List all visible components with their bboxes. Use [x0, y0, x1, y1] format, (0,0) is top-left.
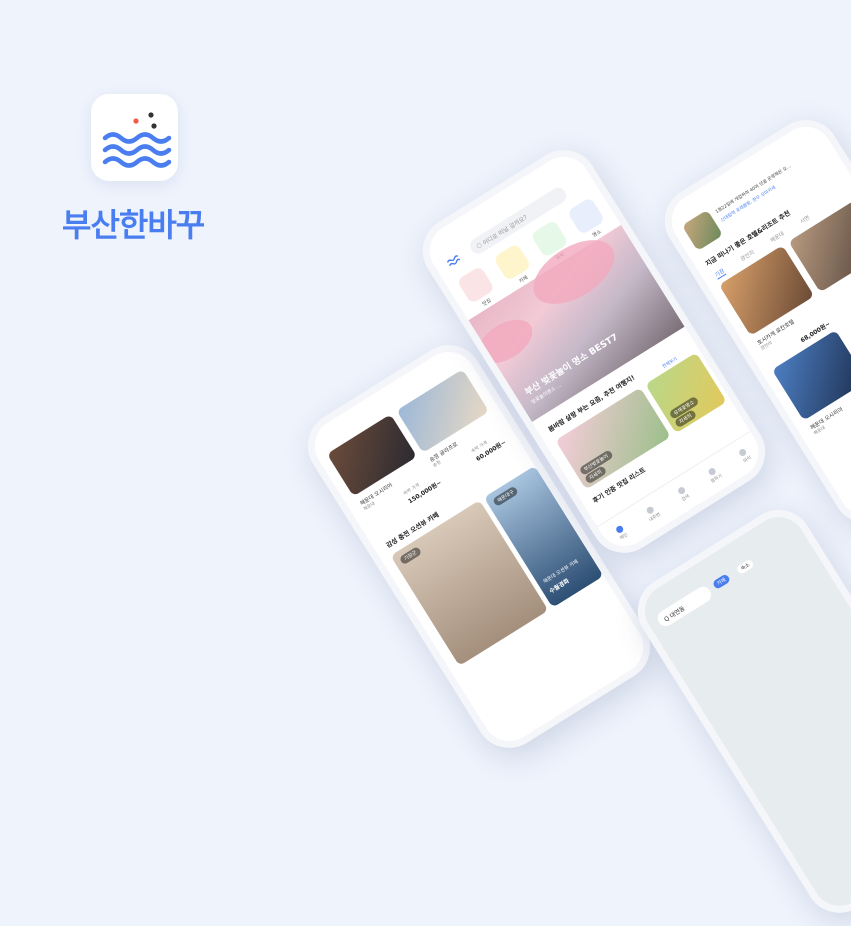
nav-my[interactable]: 마이 [737, 447, 752, 464]
app-icon [91, 94, 178, 181]
pin-icon [645, 504, 655, 515]
tab-gijang[interactable]: 기장 [713, 266, 727, 280]
phone-map: Q 대연동 카페 숙소 [625, 497, 851, 926]
hotel-thumb[interactable] [396, 369, 490, 453]
star-icon [706, 466, 717, 477]
area-tag: 기장군 [398, 546, 423, 566]
wave-logo-icon [102, 112, 172, 168]
hotel-thumb[interactable] [326, 414, 418, 497]
user-icon [737, 447, 748, 457]
tab-gwangalli[interactable]: 광안리 [739, 248, 757, 264]
nav-search[interactable]: 검색 [676, 485, 691, 502]
home-icon [614, 524, 624, 534]
area-tag: 해운대구 [492, 485, 520, 507]
spot-card[interactable]: 부산벚꽃놀이 자세히 [555, 387, 671, 490]
app-title: 부산한바꾸 [62, 206, 205, 244]
nav-nearby[interactable]: 내주변 [643, 504, 661, 523]
notice-text: 1월22일에 개업하여 40여 년을 운영해온 오... [714, 164, 793, 215]
nav-home[interactable]: 메인 [614, 524, 629, 541]
wave-logo-icon [446, 255, 461, 267]
chip-cafe[interactable]: 카페 [711, 573, 732, 590]
search-icon [676, 485, 686, 496]
tab-seomyeon[interactable]: 서면 [798, 213, 811, 226]
tab-haeundae[interactable]: 해운대 [769, 229, 787, 245]
map-search-input[interactable]: Q 대연동 [654, 583, 715, 630]
chip-stay[interactable]: 숙소 [735, 558, 755, 576]
notice-thumb [681, 209, 724, 252]
nav-favorites[interactable]: 찜하기 [705, 465, 723, 484]
